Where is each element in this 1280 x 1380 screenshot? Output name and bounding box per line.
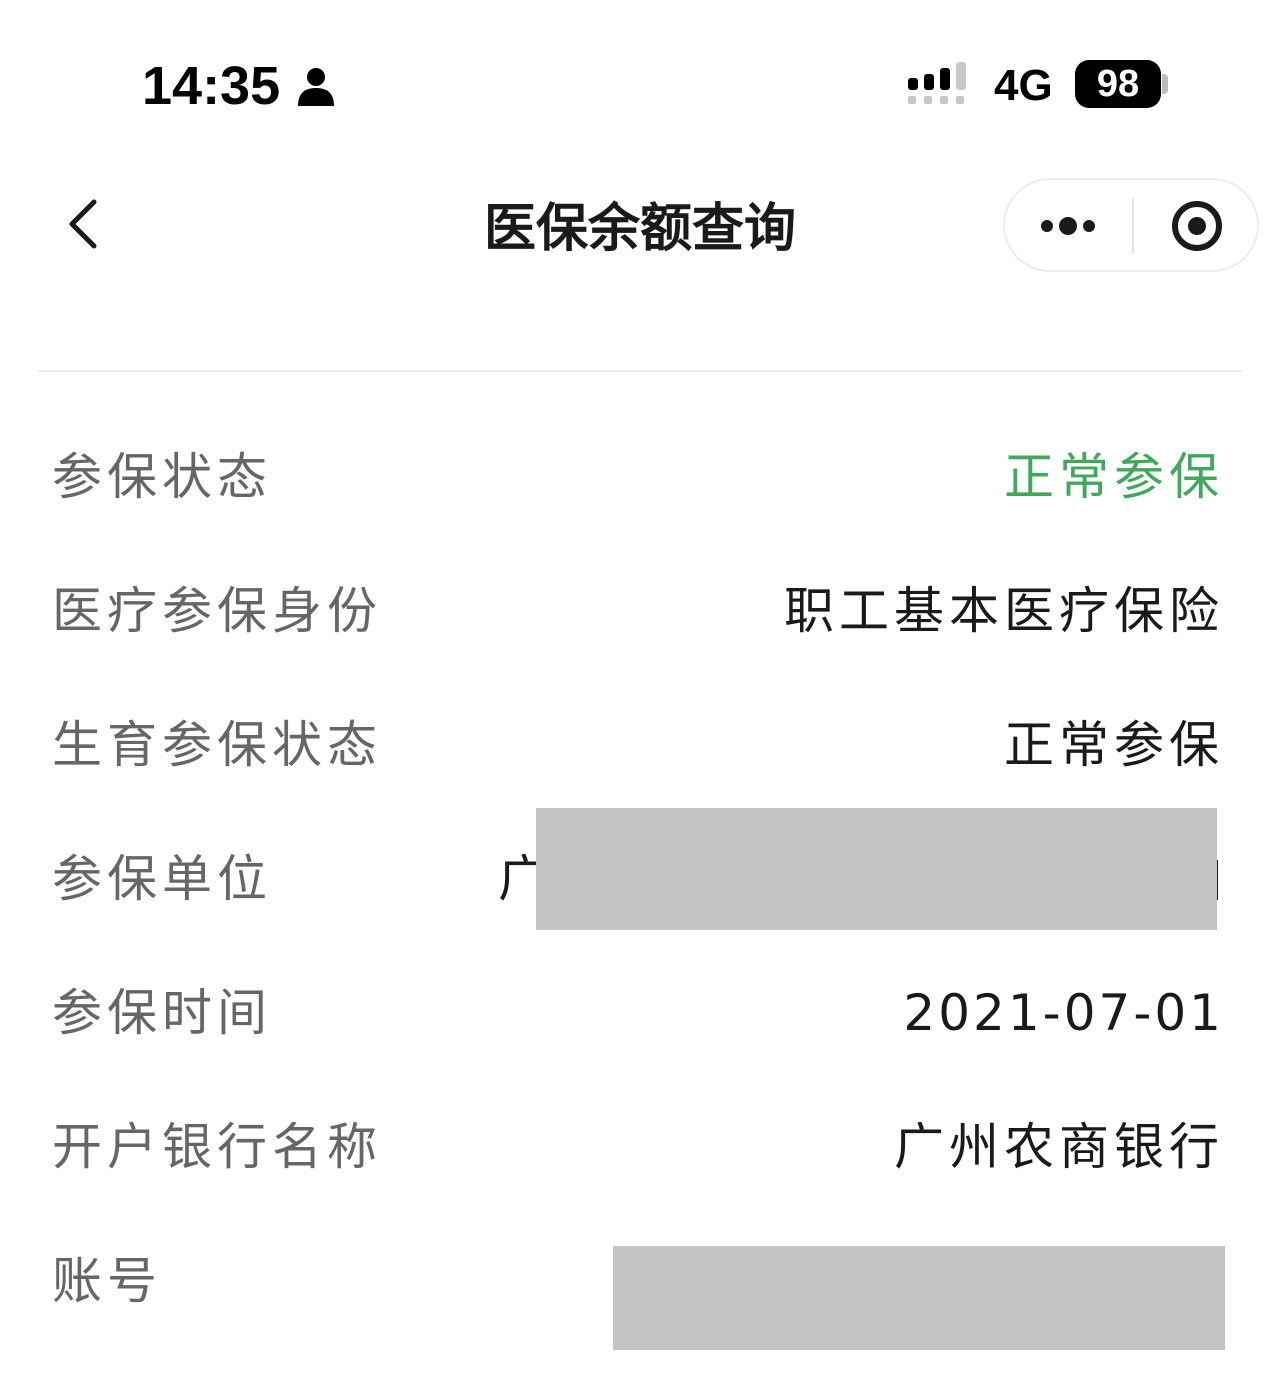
- row-label: 医疗参保身份: [52, 582, 382, 640]
- row-value: 广州农商银行: [894, 1118, 1224, 1176]
- redaction-block: [613, 1246, 1225, 1350]
- signal-icon: [908, 62, 966, 104]
- header-divider: [38, 370, 1242, 372]
- row-label: 参保单位: [52, 850, 272, 908]
- info-row-maternity-status: 生育参保状态 正常参保: [0, 678, 1280, 812]
- row-value: 职工基本医疗保险: [784, 582, 1224, 640]
- redaction-block: [536, 808, 1217, 930]
- close-miniapp-button[interactable]: [1134, 180, 1257, 270]
- insurance-info-list: 参保状态 正常参保 医疗参保身份 职工基本医疗保险 生育参保状态 正常参保 参保…: [0, 410, 1280, 1350]
- miniapp-capsule: [1003, 178, 1259, 272]
- info-row-medical-identity: 医疗参保身份 职工基本医疗保险: [0, 544, 1280, 678]
- close-target-icon: [1172, 201, 1222, 251]
- info-row-employer: 参保单位 广: [0, 808, 1280, 946]
- row-value: 2021-07-01: [903, 984, 1224, 1042]
- page-title: 医保余额查询: [483, 199, 796, 259]
- battery-icon: 98: [1075, 60, 1161, 108]
- row-label: 生育参保状态: [52, 716, 382, 774]
- back-chevron-icon: [69, 199, 97, 249]
- network-type: 4G: [994, 61, 1053, 110]
- back-button[interactable]: [56, 194, 112, 254]
- info-row-enrollment-date: 参保时间 2021-07-01: [0, 946, 1280, 1080]
- info-row-bank-name: 开户银行名称 广州农商银行: [0, 1080, 1280, 1214]
- status-bar: 14:35 4G 98: [0, 0, 1280, 150]
- row-value: 正常参保: [1004, 448, 1224, 506]
- info-row-insurance-status: 参保状态 正常参保: [0, 410, 1280, 544]
- row-label: 参保时间: [52, 984, 272, 1042]
- row-label: 账号: [52, 1252, 162, 1310]
- row-label: 开户银行名称: [52, 1118, 382, 1176]
- battery-tip: [1162, 74, 1168, 94]
- battery-level: 98: [1096, 63, 1140, 105]
- more-dots-icon: [1041, 217, 1095, 235]
- more-button[interactable]: [1005, 180, 1132, 270]
- info-row-account-number: 账号: [0, 1214, 1280, 1350]
- row-label: 参保状态: [52, 448, 272, 506]
- person-icon: [298, 68, 334, 106]
- navigation-bar: 医保余额查询: [0, 150, 1280, 310]
- row-value: 正常参保: [1004, 716, 1224, 774]
- app-screen: 14:35 4G 98 医保余额查询 参保状态 正常参保 医疗参保身份 职工基本…: [0, 0, 1280, 1380]
- status-time: 14:35: [142, 56, 281, 116]
